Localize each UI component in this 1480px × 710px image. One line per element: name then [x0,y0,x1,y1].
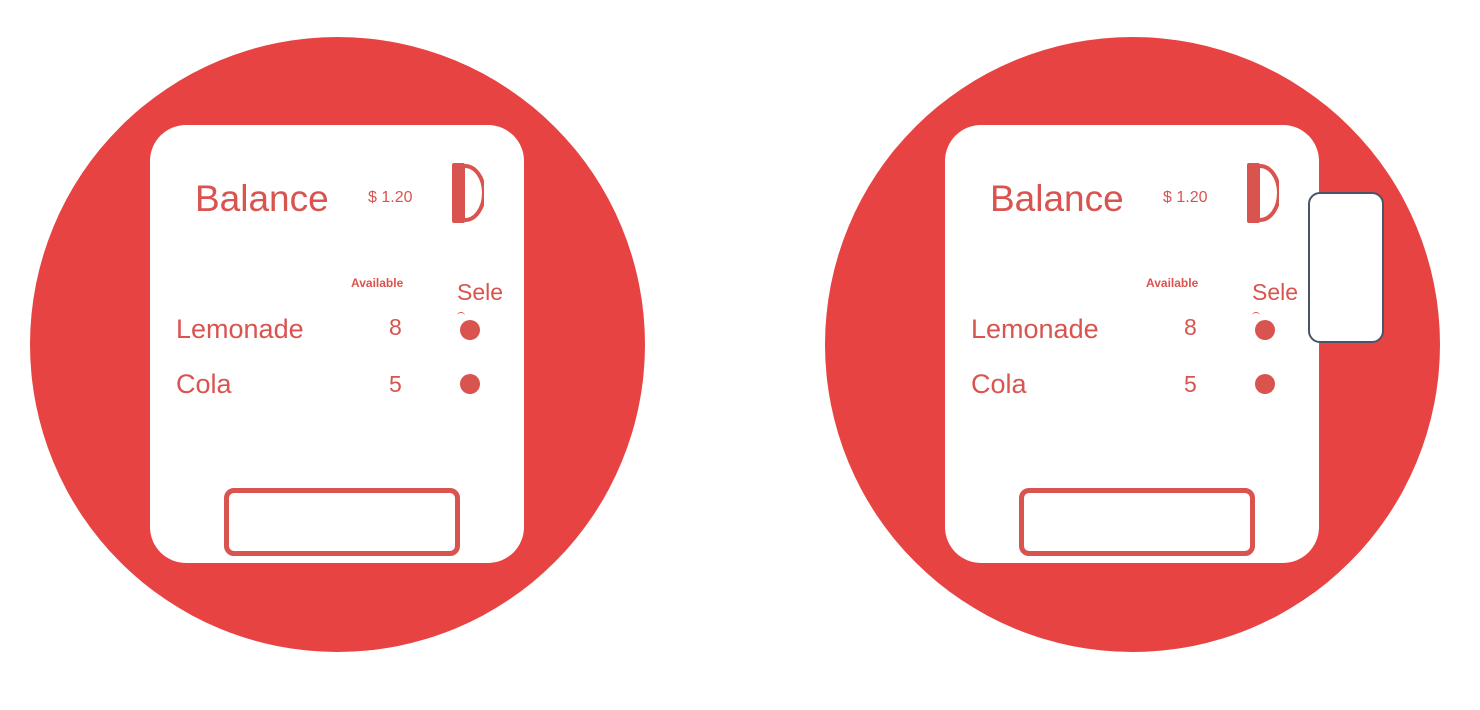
product-name: Lemonade [971,314,1099,344]
product-available-count: 8 [389,314,402,340]
balance-label: Balance [195,178,329,219]
available-column-header: Available [1146,276,1199,290]
product-name: Cola [176,369,232,399]
machine-panel: Balance $ 1.20 Available Sele Lemonade 8… [945,125,1319,563]
product-available-count: 8 [1184,314,1197,340]
vending-machine-1: Balance $ 1.20 Available Sele Lemonade 8… [30,37,645,652]
select-lemonade-button[interactable] [460,320,480,340]
coin-slot-icon[interactable] [452,163,484,223]
dispense-tray-button[interactable] [1019,488,1255,556]
select-lemonade-button[interactable] [1255,320,1275,340]
select-cola-button[interactable] [1255,374,1275,394]
balance-label: Balance [990,178,1124,219]
coin-slot-icon[interactable] [1247,163,1279,223]
available-column-header: Available [351,276,404,290]
select-column-header: Sele [457,281,504,304]
product-available-count: 5 [1184,371,1197,397]
product-name: Cola [971,369,1027,399]
balance-value: $ 1.20 [368,189,413,206]
select-cola-button[interactable] [460,374,480,394]
balance-value: $ 1.20 [1163,189,1208,206]
cup-card[interactable] [1308,192,1384,343]
product-name: Lemonade [176,314,304,344]
select-column-header: Sele [1252,281,1299,304]
vending-machine-2: Balance $ 1.20 Available Sele Lemonade 8… [825,37,1440,652]
product-available-count: 5 [389,371,402,397]
cursor-mark-icon [457,312,465,319]
machine-panel: Balance $ 1.20 Available Sele Lemonade 8… [150,125,524,563]
cursor-mark-icon [1252,312,1260,319]
dispense-tray-button[interactable] [224,488,460,556]
